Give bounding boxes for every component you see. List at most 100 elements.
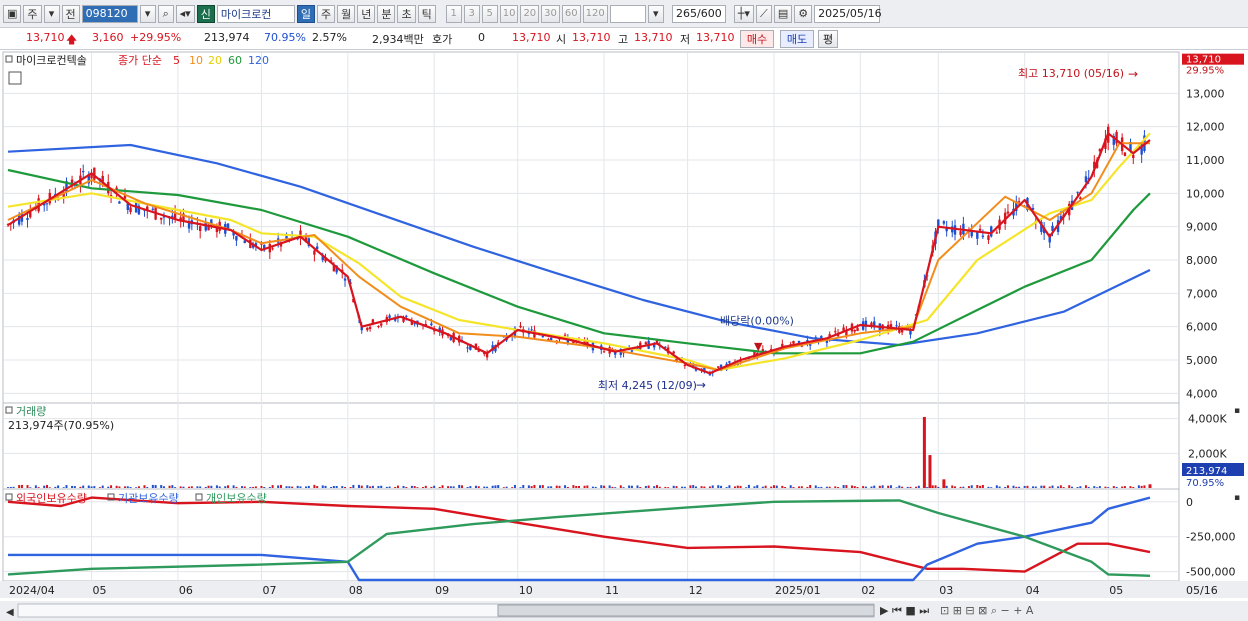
- volume-bar: [483, 486, 486, 488]
- volume-bar: [143, 485, 146, 488]
- scroll-thumb[interactable]: [497, 604, 875, 617]
- volume-bar: [728, 485, 731, 488]
- volume-bar: [115, 485, 118, 488]
- volume-bar: [126, 486, 129, 488]
- volume-bar: [1137, 485, 1140, 488]
- volume-bar: [667, 487, 670, 488]
- volume-bar: [151, 484, 154, 488]
- volume-bar: [160, 485, 163, 488]
- volume-bar: [962, 486, 965, 488]
- volume-bar: [349, 487, 352, 488]
- volume-bar: [845, 485, 848, 488]
- volume-bar: [1079, 486, 1082, 488]
- volume-bar: [107, 486, 110, 488]
- candle-body: [519, 325, 522, 328]
- volume-bar: [1071, 486, 1074, 488]
- volume-bar: [360, 485, 363, 488]
- volume-bar: [1115, 486, 1118, 488]
- volume-bar: [798, 486, 801, 488]
- candle-body: [129, 207, 132, 213]
- volume-bar: [564, 485, 567, 488]
- volume-bar: [502, 487, 505, 488]
- volume-bar: [800, 486, 803, 488]
- volume-bar: [82, 485, 85, 488]
- volume-bar: [1123, 486, 1126, 488]
- volume-bar: [199, 486, 202, 488]
- volume-bar: [7, 487, 9, 488]
- volume-bar: [137, 486, 140, 488]
- volume-bar: [979, 485, 982, 488]
- volume-bar: [987, 486, 990, 488]
- volume-bar: [539, 485, 542, 488]
- volume-bar: [881, 485, 884, 488]
- volume-bar: [316, 486, 319, 488]
- volume-bar: [12, 486, 15, 488]
- volume-bar: [842, 485, 845, 488]
- volume-bar: [781, 485, 784, 488]
- volume-bar: [901, 486, 904, 488]
- close-icon[interactable]: ▪: [1234, 493, 1240, 503]
- volume-bar: [519, 487, 522, 488]
- volume-bar: [814, 485, 817, 488]
- volume-bar: [491, 485, 494, 488]
- volume-bar: [171, 485, 174, 488]
- volume-bar: [291, 486, 294, 488]
- volume-bar: [344, 486, 347, 488]
- volume-bar: [530, 486, 533, 488]
- volume-bar: [683, 486, 686, 488]
- volume-bar: [352, 484, 355, 488]
- x-tick-label: 02: [861, 584, 875, 597]
- candle-body: [1076, 191, 1079, 193]
- legend-ma60: 60: [228, 54, 242, 67]
- last-pct-label: 29.95%: [1186, 66, 1224, 77]
- volume-bar: [870, 486, 873, 488]
- volume-bar: [511, 487, 514, 488]
- volume-bar: [1143, 485, 1146, 488]
- volume-bar: [575, 485, 578, 488]
- volume-bar: [547, 486, 550, 488]
- volume-bar: [603, 485, 606, 488]
- y-tick-label: 11,000: [1186, 154, 1225, 167]
- x-tick-label: 06: [179, 584, 193, 597]
- volume-bar: [566, 487, 569, 488]
- volume-bar: [1015, 486, 1018, 488]
- last-volume-pct: 70.95%: [1186, 478, 1224, 489]
- volume-bar: [630, 485, 633, 488]
- volume-bar: [433, 485, 436, 488]
- volume-bar: [366, 485, 369, 488]
- volume-bar: [792, 487, 795, 488]
- volume-bar: [954, 486, 957, 488]
- volume-bar: [733, 486, 736, 488]
- close-icon[interactable]: ▪: [1234, 406, 1240, 416]
- candle-body: [271, 248, 274, 250]
- volume-bar: [775, 485, 778, 488]
- candle-body: [1123, 152, 1127, 157]
- volume-bar: [806, 486, 809, 488]
- x-tick-label: 05: [93, 584, 107, 597]
- volume-bar: [174, 487, 177, 488]
- volume-bar: [837, 487, 840, 488]
- volume-bar: [380, 485, 383, 488]
- chart-tools-icon[interactable]: ⊡ ⊞ ⊟ ⊠ ⌕ − + A: [940, 604, 1034, 617]
- volume-bar: [555, 485, 558, 488]
- volume-bar: [898, 485, 901, 488]
- volume-bar: [305, 486, 308, 488]
- volume-bar: [1032, 486, 1035, 488]
- candle-body: [343, 278, 347, 281]
- legend-indiv: 개인보유수량: [206, 492, 267, 505]
- volume-bar: [279, 484, 282, 488]
- volume-bar: [1034, 486, 1037, 488]
- playback-controls-icon[interactable]: ▶ ⏮ ■ ⏭: [880, 604, 929, 617]
- volume-bar: [700, 486, 703, 488]
- volume-bar: [45, 484, 48, 488]
- volume-spike: [942, 479, 946, 488]
- volume-bar: [321, 485, 324, 488]
- scroll-left-icon[interactable]: ◀: [6, 607, 14, 618]
- chart-menu-icon[interactable]: [8, 71, 22, 85]
- volume-bar: [1004, 486, 1007, 488]
- candle-body: [159, 217, 163, 220]
- volume-bar: [611, 486, 614, 488]
- volume-bar: [692, 485, 695, 488]
- volume-bar: [254, 486, 257, 488]
- candle-body: [987, 235, 990, 241]
